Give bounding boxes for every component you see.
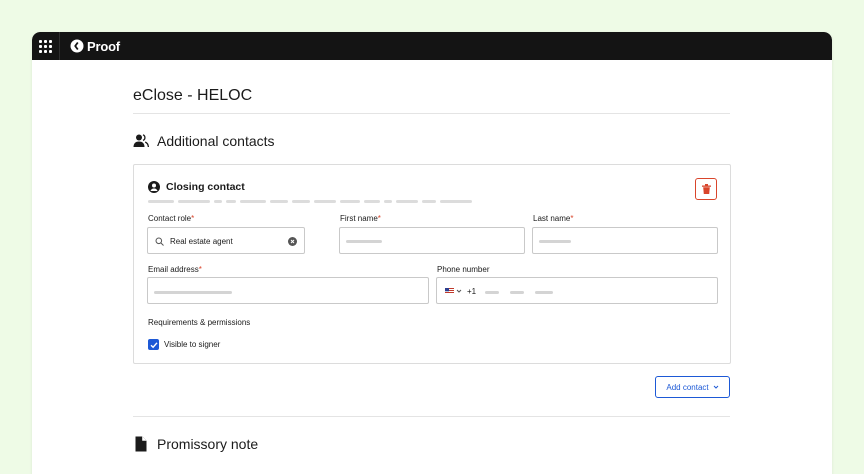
clear-icon[interactable] <box>288 237 297 246</box>
section-divider <box>133 416 730 417</box>
closing-contact-card: Closing contact Contact role* First name… <box>133 164 731 364</box>
us-flag-icon[interactable] <box>445 288 454 294</box>
trash-icon <box>701 184 711 194</box>
redacted-value <box>539 240 571 243</box>
last-name-input[interactable] <box>532 227 718 254</box>
card-header: Closing contact <box>148 181 245 193</box>
proof-logo-icon <box>70 39 84 53</box>
first-name-label: First name* <box>340 214 381 223</box>
first-name-input[interactable] <box>339 227 525 254</box>
app-grid-button[interactable] <box>32 32 60 60</box>
contact-role-value: Real estate agent <box>170 237 233 246</box>
search-icon <box>155 237 164 246</box>
users-icon <box>133 134 149 148</box>
redacted-description <box>148 200 472 203</box>
visible-to-signer-checkbox[interactable] <box>148 339 159 350</box>
top-bar: Proof <box>32 32 832 60</box>
delete-contact-button[interactable] <box>695 178 717 200</box>
app-window: Proof eClose - HELOC Additional contacts <box>32 32 832 474</box>
redacted-value <box>346 240 382 243</box>
card-title: Closing contact <box>166 181 245 193</box>
contact-role-label: Contact role* <box>148 214 195 223</box>
checkmark-icon <box>150 341 158 348</box>
country-code: +1 <box>467 287 477 296</box>
requirements-label: Requirements & permissions <box>148 318 251 327</box>
email-label: Email address* <box>148 265 202 274</box>
page-title: eClose - HELOC <box>133 87 253 104</box>
user-circle-icon <box>148 181 160 193</box>
redacted-value <box>154 291 232 294</box>
redacted-value <box>485 291 499 294</box>
phone-label: Phone number <box>437 265 490 274</box>
phone-input[interactable]: +1 <box>436 277 718 304</box>
contact-role-select[interactable]: Real estate agent <box>147 227 305 254</box>
additional-contacts-header: Additional contacts <box>133 133 275 149</box>
title-divider <box>133 113 730 114</box>
add-contact-button[interactable]: Add contact <box>655 376 730 398</box>
redacted-value <box>535 291 553 294</box>
email-input[interactable] <box>147 277 429 304</box>
app-name: Proof <box>87 38 120 54</box>
promissory-note-header: Promissory note <box>133 436 258 452</box>
proof-logo[interactable]: Proof <box>70 39 120 54</box>
chevron-down-icon <box>713 385 718 389</box>
visible-to-signer-label: Visible to signer <box>164 340 221 349</box>
grid-icon <box>39 39 52 53</box>
promissory-note-title: Promissory note <box>157 436 259 452</box>
additional-contacts-title: Additional contacts <box>157 133 275 149</box>
last-name-label: Last name* <box>533 214 574 223</box>
document-icon <box>135 436 147 452</box>
add-contact-label: Add contact <box>666 382 709 392</box>
redacted-value <box>510 291 524 294</box>
chevron-down-icon[interactable] <box>456 288 462 294</box>
